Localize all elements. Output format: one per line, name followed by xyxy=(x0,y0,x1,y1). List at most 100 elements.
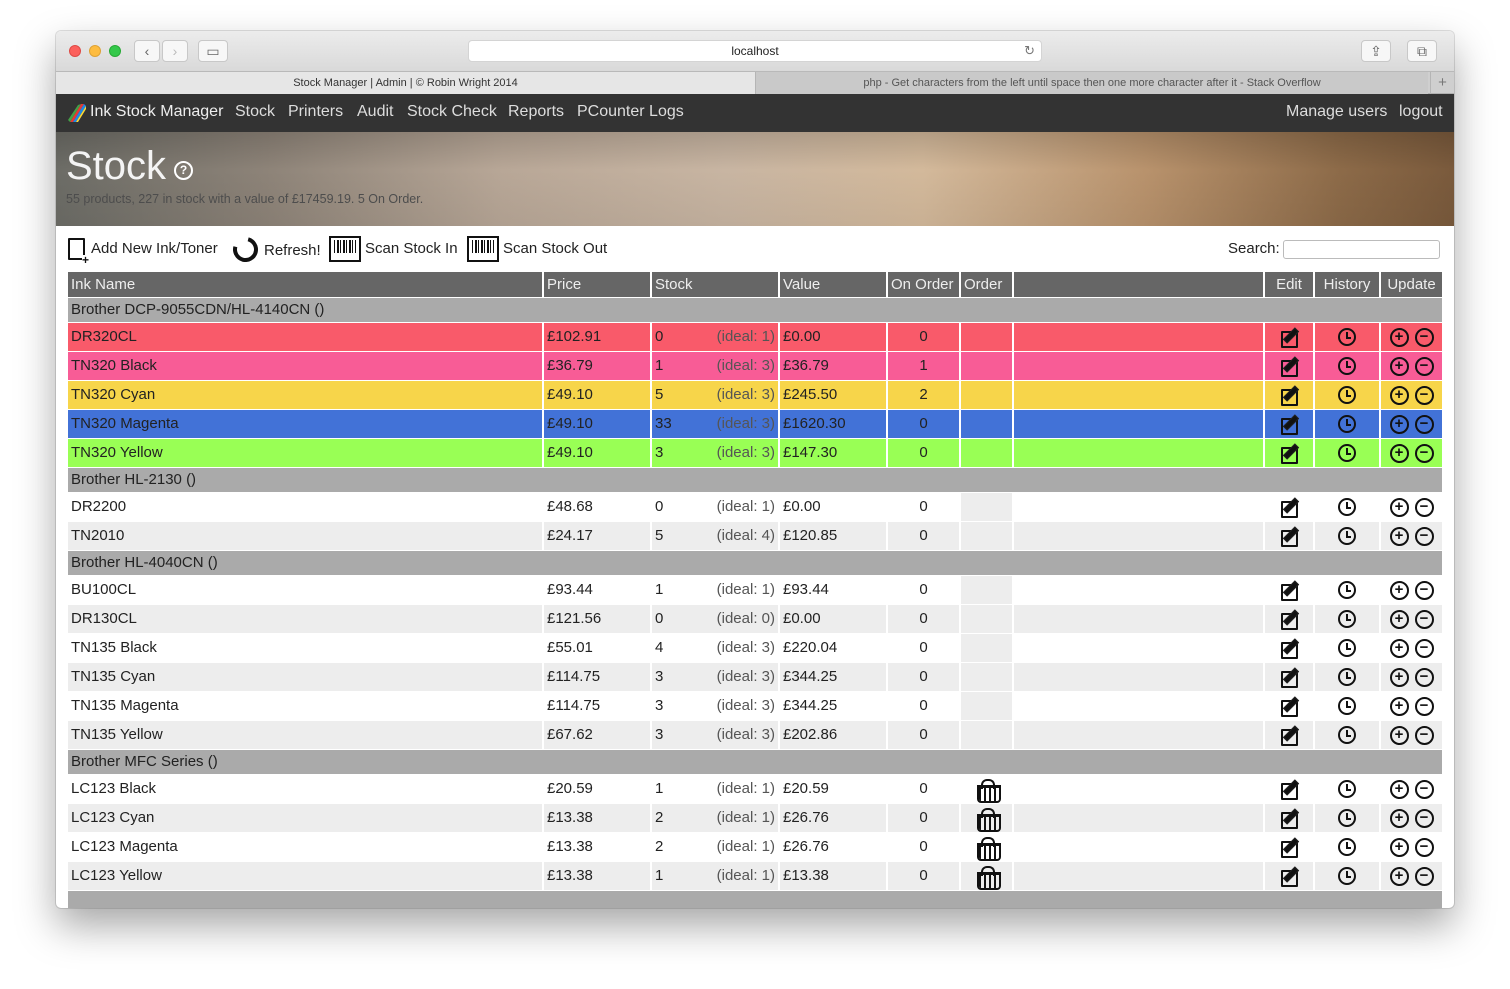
basket-icon[interactable] xyxy=(976,808,1001,832)
nav-logout[interactable]: logout xyxy=(1399,94,1443,130)
clock-icon[interactable] xyxy=(1338,328,1356,347)
nav-stock-check[interactable]: Stock Check xyxy=(407,94,497,130)
minus-circle-icon[interactable]: − xyxy=(1414,580,1434,600)
tab-stack-overflow[interactable]: php - Get characters from the left until… xyxy=(756,72,1428,94)
minus-circle-icon[interactable]: − xyxy=(1414,725,1434,745)
clock-icon[interactable] xyxy=(1338,527,1356,546)
forward-button[interactable]: › xyxy=(162,40,188,62)
minus-circle-icon[interactable]: − xyxy=(1414,497,1434,517)
edit-icon[interactable] xyxy=(1280,610,1298,631)
edit-icon[interactable] xyxy=(1280,726,1298,747)
plus-circle-icon[interactable]: + xyxy=(1389,609,1409,629)
minus-circle-icon[interactable]: − xyxy=(1414,808,1434,828)
scan-stock-out-button[interactable]: Scan Stock Out xyxy=(503,240,607,257)
refresh-icon[interactable] xyxy=(228,232,263,267)
plus-circle-icon[interactable]: + xyxy=(1389,696,1409,716)
add-ink-button[interactable]: Add New Ink/Toner xyxy=(91,240,218,257)
minus-circle-icon[interactable]: − xyxy=(1414,356,1434,376)
reload-icon[interactable]: ↻ xyxy=(1024,41,1035,61)
edit-icon[interactable] xyxy=(1280,867,1298,888)
nav-audit[interactable]: Audit xyxy=(357,94,393,130)
plus-circle-icon[interactable]: + xyxy=(1389,779,1409,799)
edit-icon[interactable] xyxy=(1280,328,1298,349)
plus-circle-icon[interactable]: + xyxy=(1389,667,1409,687)
plus-circle-icon[interactable]: + xyxy=(1389,327,1409,347)
plus-circle-icon[interactable]: + xyxy=(1389,414,1409,434)
scan-stock-in-button[interactable]: Scan Stock In xyxy=(365,240,458,257)
col-value[interactable]: Value xyxy=(780,272,888,297)
edit-icon[interactable] xyxy=(1280,444,1298,465)
search-input[interactable] xyxy=(1283,240,1440,259)
clock-icon[interactable] xyxy=(1338,357,1356,376)
back-button[interactable]: ‹ xyxy=(134,40,160,62)
edit-icon[interactable] xyxy=(1280,668,1298,689)
minus-circle-icon[interactable]: − xyxy=(1414,526,1434,546)
tabs-overview-button[interactable]: ⧉ xyxy=(1407,40,1437,62)
minus-circle-icon[interactable]: − xyxy=(1414,414,1434,434)
plus-circle-icon[interactable]: + xyxy=(1389,638,1409,658)
edit-icon[interactable] xyxy=(1280,527,1298,548)
col-price[interactable]: Price xyxy=(544,272,652,297)
clock-icon[interactable] xyxy=(1338,809,1356,828)
plus-circle-icon[interactable]: + xyxy=(1389,580,1409,600)
edit-icon[interactable] xyxy=(1280,386,1298,407)
clock-icon[interactable] xyxy=(1338,668,1356,687)
barcode-icon[interactable] xyxy=(329,236,361,262)
clock-icon[interactable] xyxy=(1338,581,1356,600)
brand-link[interactable]: Ink Stock Manager xyxy=(90,94,223,130)
edit-icon[interactable] xyxy=(1280,697,1298,718)
edit-icon[interactable] xyxy=(1280,780,1298,801)
tab-stock-manager[interactable]: Stock Manager | Admin | © Robin Wright 2… xyxy=(56,72,756,94)
col-on-order[interactable]: On Order xyxy=(888,272,961,297)
help-icon[interactable]: ? xyxy=(174,161,193,180)
clock-icon[interactable] xyxy=(1338,639,1356,658)
new-tab-button[interactable]: + xyxy=(1430,72,1454,94)
plus-circle-icon[interactable]: + xyxy=(1389,385,1409,405)
refresh-button[interactable]: Refresh! xyxy=(264,242,321,259)
col-ink-name[interactable]: Ink Name xyxy=(68,272,544,297)
minus-circle-icon[interactable]: − xyxy=(1414,866,1434,886)
clock-icon[interactable] xyxy=(1338,498,1356,517)
minus-circle-icon[interactable]: − xyxy=(1414,327,1434,347)
minus-circle-icon[interactable]: − xyxy=(1414,638,1434,658)
col-stock[interactable]: Stock xyxy=(652,272,780,297)
plus-circle-icon[interactable]: + xyxy=(1389,356,1409,376)
plus-circle-icon[interactable]: + xyxy=(1389,526,1409,546)
address-bar[interactable]: localhost ↻ xyxy=(468,40,1042,62)
sidebar-toggle-button[interactable]: ▭ xyxy=(198,40,228,62)
minus-circle-icon[interactable]: − xyxy=(1414,696,1434,716)
close-window-button[interactable] xyxy=(69,45,81,57)
minimize-window-button[interactable] xyxy=(89,45,101,57)
minus-circle-icon[interactable]: − xyxy=(1414,837,1434,857)
clock-icon[interactable] xyxy=(1338,780,1356,799)
edit-icon[interactable] xyxy=(1280,809,1298,830)
clock-icon[interactable] xyxy=(1338,444,1356,463)
zoom-window-button[interactable] xyxy=(109,45,121,57)
plus-circle-icon[interactable]: + xyxy=(1389,866,1409,886)
clock-icon[interactable] xyxy=(1338,386,1356,405)
barcode-icon[interactable] xyxy=(467,236,499,262)
clock-icon[interactable] xyxy=(1338,697,1356,716)
edit-icon[interactable] xyxy=(1280,639,1298,660)
clock-icon[interactable] xyxy=(1338,415,1356,434)
clock-icon[interactable] xyxy=(1338,610,1356,629)
minus-circle-icon[interactable]: − xyxy=(1414,609,1434,629)
basket-icon[interactable] xyxy=(976,866,1001,890)
basket-icon[interactable] xyxy=(976,837,1001,861)
minus-circle-icon[interactable]: − xyxy=(1414,443,1434,463)
plus-circle-icon[interactable]: + xyxy=(1389,725,1409,745)
edit-icon[interactable] xyxy=(1280,415,1298,436)
plus-circle-icon[interactable]: + xyxy=(1389,497,1409,517)
edit-icon[interactable] xyxy=(1280,498,1298,519)
minus-circle-icon[interactable]: − xyxy=(1414,385,1434,405)
clock-icon[interactable] xyxy=(1338,726,1356,745)
nav-stock[interactable]: Stock xyxy=(235,94,275,130)
plus-circle-icon[interactable]: + xyxy=(1389,443,1409,463)
minus-circle-icon[interactable]: − xyxy=(1414,667,1434,687)
nav-manage-users[interactable]: Manage users xyxy=(1286,94,1387,130)
new-document-icon[interactable] xyxy=(68,238,90,265)
clock-icon[interactable] xyxy=(1338,867,1356,886)
edit-icon[interactable] xyxy=(1280,838,1298,859)
minus-circle-icon[interactable]: − xyxy=(1414,779,1434,799)
nav-printers[interactable]: Printers xyxy=(288,94,343,130)
